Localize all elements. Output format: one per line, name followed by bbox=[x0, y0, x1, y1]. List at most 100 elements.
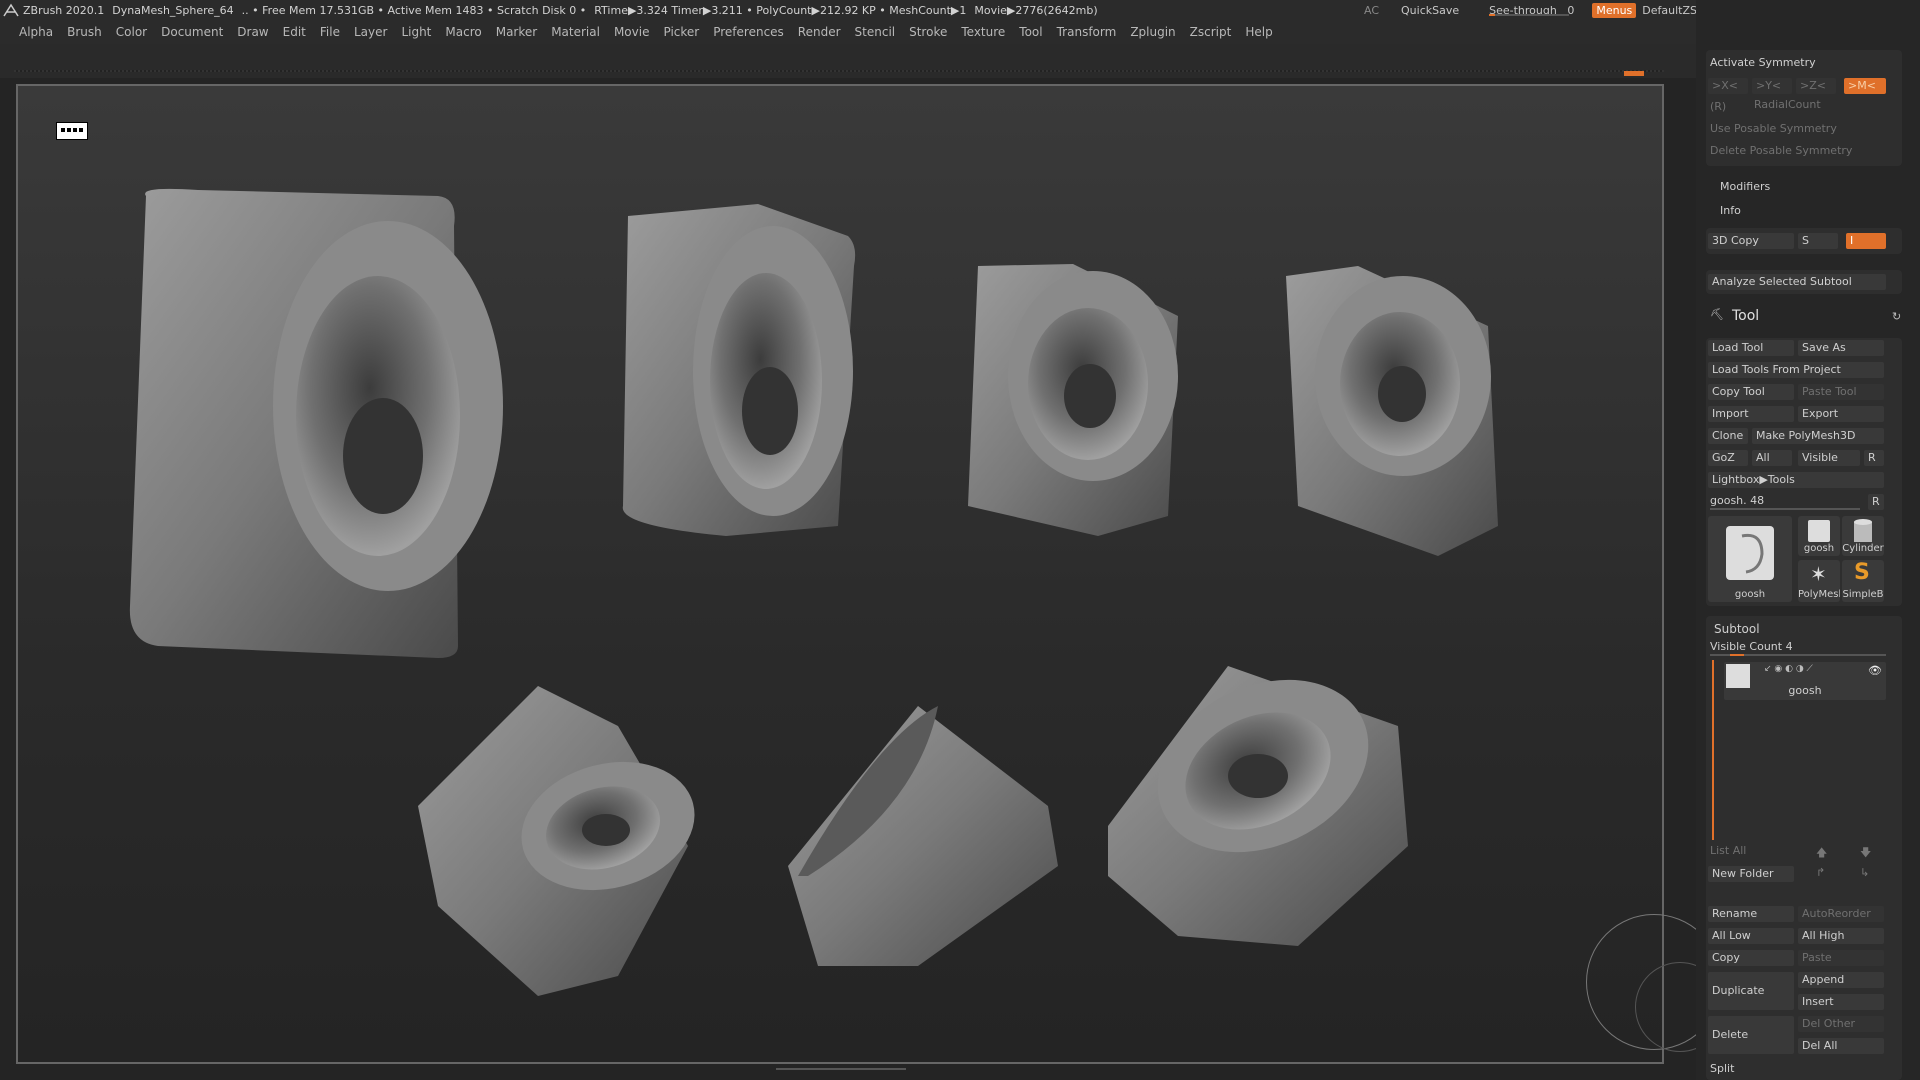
paste-button[interactable]: Paste bbox=[1798, 950, 1884, 966]
export-button[interactable]: Export bbox=[1798, 406, 1884, 422]
lightbox-tools-button[interactable]: Lightbox▶Tools bbox=[1708, 472, 1884, 488]
folder-down-icon[interactable]: ↳ bbox=[1860, 866, 1869, 879]
menu-color[interactable]: Color bbox=[116, 25, 147, 39]
goz-visible-button[interactable]: Visible bbox=[1798, 450, 1860, 466]
subtool-header[interactable]: Subtool bbox=[1714, 622, 1760, 636]
tool-thumb-goosh[interactable]: goosh bbox=[1798, 516, 1840, 556]
menu-marker[interactable]: Marker bbox=[496, 25, 537, 39]
left-tray-toggle[interactable] bbox=[3, 490, 9, 610]
insert-button[interactable]: Insert bbox=[1798, 994, 1884, 1010]
viewport-canvas[interactable] bbox=[16, 84, 1664, 1064]
copy3d-i-button[interactable]: I bbox=[1846, 233, 1886, 249]
save-as-button[interactable]: Save As bbox=[1798, 340, 1884, 356]
make-polymesh-button[interactable]: Make PolyMesh3D bbox=[1752, 428, 1884, 444]
load-tool-button[interactable]: Load Tool bbox=[1708, 340, 1794, 356]
import-button[interactable]: Import bbox=[1708, 406, 1794, 422]
menu-zscript[interactable]: Zscript bbox=[1190, 25, 1232, 39]
info-header[interactable]: Info bbox=[1720, 204, 1741, 217]
seethrough-slider[interactable]: See-through 0 bbox=[1483, 4, 1580, 17]
menu-file[interactable]: File bbox=[320, 25, 340, 39]
ear-model-3[interactable] bbox=[968, 264, 1178, 536]
radial-count-slider[interactable]: RadialCount bbox=[1754, 98, 1821, 111]
menu-document[interactable]: Document bbox=[161, 25, 223, 39]
right-tray-toggle[interactable] bbox=[1670, 490, 1676, 610]
ear-model-5[interactable] bbox=[418, 686, 709, 996]
move-up-icon[interactable]: 🡅 bbox=[1816, 844, 1827, 863]
move-down-icon[interactable]: 🡇 bbox=[1860, 844, 1871, 863]
ear-model-4[interactable] bbox=[1286, 266, 1498, 556]
goz-r-button[interactable]: R bbox=[1864, 450, 1884, 466]
ear-model-1[interactable] bbox=[129, 188, 503, 658]
menu-render[interactable]: Render bbox=[798, 25, 841, 39]
tool-thumb-polymesh[interactable]: ✶ PolyMesh bbox=[1798, 560, 1840, 602]
del-other-button[interactable]: Del Other bbox=[1798, 1016, 1884, 1032]
quicksave-button[interactable]: QuickSave bbox=[1401, 4, 1459, 17]
menu-layer[interactable]: Layer bbox=[354, 25, 387, 39]
subtool-scrollbar[interactable] bbox=[1712, 660, 1714, 840]
autoreorder-button[interactable]: AutoReorder bbox=[1798, 906, 1884, 922]
folder-up-icon[interactable]: ↱ bbox=[1816, 866, 1825, 879]
copy3d-button[interactable]: 3D Copy bbox=[1708, 233, 1794, 249]
append-button[interactable]: Append bbox=[1798, 972, 1884, 988]
new-folder-button[interactable]: New Folder bbox=[1708, 866, 1794, 882]
sym-m-button[interactable]: >M< bbox=[1844, 78, 1886, 94]
tool-thumb-cylinder[interactable]: Cylinder bbox=[1842, 516, 1884, 556]
tool-r-button[interactable]: R bbox=[1868, 494, 1884, 510]
eye-icon[interactable]: 👁 bbox=[1868, 664, 1882, 677]
all-low-button[interactable]: All Low bbox=[1708, 928, 1794, 944]
menu-help[interactable]: Help bbox=[1245, 25, 1272, 39]
menu-zplugin[interactable]: Zplugin bbox=[1130, 25, 1175, 39]
activate-symmetry-button[interactable]: Activate Symmetry bbox=[1710, 56, 1816, 69]
visible-count-track[interactable] bbox=[1710, 654, 1886, 656]
menu-brush[interactable]: Brush bbox=[67, 25, 102, 39]
menu-picker[interactable]: Picker bbox=[663, 25, 699, 39]
copy3d-s-button[interactable]: S bbox=[1798, 233, 1838, 249]
menu-edit[interactable]: Edit bbox=[283, 25, 306, 39]
menu-movie[interactable]: Movie bbox=[614, 25, 650, 39]
duplicate-button[interactable]: Duplicate bbox=[1708, 972, 1794, 1010]
menu-macro[interactable]: Macro bbox=[445, 25, 481, 39]
split-header[interactable]: Split bbox=[1710, 1062, 1734, 1075]
menu-draw[interactable]: Draw bbox=[237, 25, 268, 39]
goz-button[interactable]: GoZ bbox=[1708, 450, 1748, 466]
menu-stencil[interactable]: Stencil bbox=[855, 25, 896, 39]
menu-stroke[interactable]: Stroke bbox=[909, 25, 947, 39]
rename-button[interactable]: Rename bbox=[1708, 906, 1794, 922]
sym-x-button[interactable]: >X< bbox=[1708, 78, 1748, 94]
tool-slider-track[interactable] bbox=[1710, 508, 1860, 510]
sym-y-button[interactable]: >Y< bbox=[1752, 78, 1792, 94]
paste-tool-button[interactable]: Paste Tool bbox=[1798, 384, 1884, 400]
analyze-subtool-button[interactable]: Analyze Selected Subtool bbox=[1708, 274, 1886, 290]
menu-transform[interactable]: Transform bbox=[1057, 25, 1117, 39]
clone-button[interactable]: Clone bbox=[1708, 428, 1748, 444]
all-high-button[interactable]: All High bbox=[1798, 928, 1884, 944]
modifiers-header[interactable]: Modifiers bbox=[1720, 180, 1770, 193]
menu-alpha[interactable]: Alpha bbox=[19, 25, 53, 39]
menu-preferences[interactable]: Preferences bbox=[713, 25, 784, 39]
ear-model-6[interactable] bbox=[788, 706, 1058, 966]
menu-material[interactable]: Material bbox=[551, 25, 600, 39]
refresh-icon[interactable]: ↻ bbox=[1892, 310, 1901, 323]
goz-all-button[interactable]: All bbox=[1752, 450, 1792, 466]
ear-model-2[interactable] bbox=[622, 204, 856, 536]
load-tools-from-project-button[interactable]: Load Tools From Project bbox=[1708, 362, 1884, 378]
del-all-button[interactable]: Del All bbox=[1798, 1038, 1884, 1054]
ear-models[interactable] bbox=[18, 86, 1666, 1066]
tool-thumb-main[interactable]: goosh bbox=[1708, 516, 1792, 602]
bottom-tray-toggle[interactable] bbox=[776, 1068, 906, 1076]
sym-z-button[interactable]: >Z< bbox=[1796, 78, 1836, 94]
copy-tool-button[interactable]: Copy Tool bbox=[1708, 384, 1794, 400]
copy-button[interactable]: Copy bbox=[1708, 950, 1794, 966]
menu-light[interactable]: Light bbox=[401, 25, 431, 39]
ear-model-7[interactable] bbox=[1108, 647, 1408, 946]
list-all-button[interactable]: List All bbox=[1710, 844, 1746, 857]
visible-count-slider[interactable]: Visible Count 4 bbox=[1710, 640, 1793, 653]
subtool-item[interactable]: ↙ ◉ ◐ ◑ ⟋ 👁 goosh bbox=[1724, 662, 1886, 700]
tool-thumb-simpleb[interactable]: S SimpleB bbox=[1842, 560, 1884, 602]
delete-button[interactable]: Delete bbox=[1708, 1016, 1794, 1054]
menu-tool[interactable]: Tool bbox=[1019, 25, 1042, 39]
menus-button[interactable]: Menus bbox=[1592, 2, 1637, 18]
delete-posable-symmetry-button[interactable]: Delete Posable Symmetry bbox=[1710, 144, 1852, 157]
subtool-toggles-icon[interactable]: ↙ ◉ ◐ ◑ ⟋ bbox=[1764, 664, 1813, 674]
use-posable-symmetry-button[interactable]: Use Posable Symmetry bbox=[1710, 122, 1837, 135]
